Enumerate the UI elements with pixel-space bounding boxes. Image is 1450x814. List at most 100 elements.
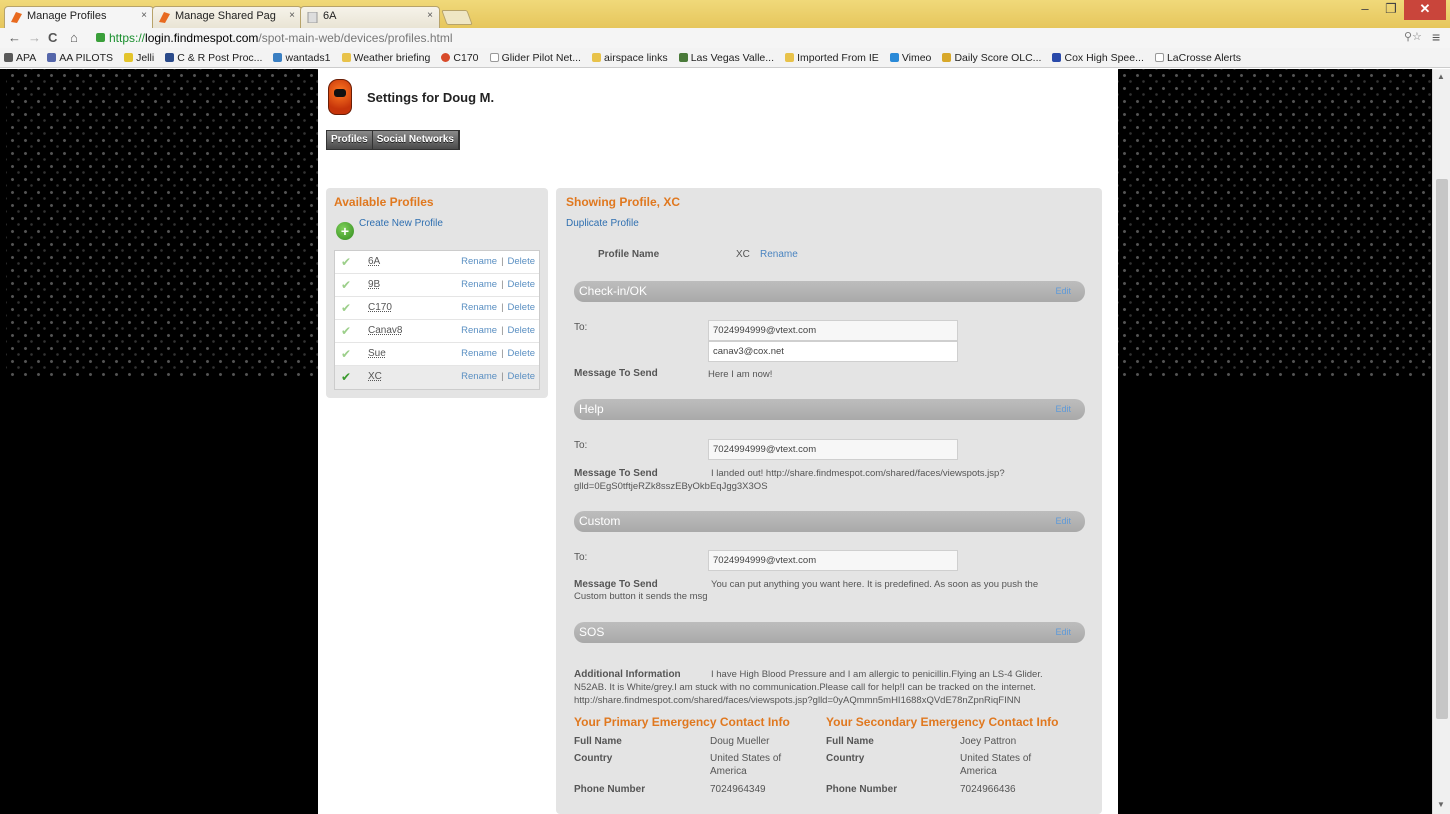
profile-row-9b[interactable]: ✔ 9B Rename | Delete: [335, 274, 539, 297]
available-profiles-title: Available Profiles: [334, 195, 434, 209]
profile-row-xc[interactable]: ✔ XC Rename | Delete: [335, 366, 539, 389]
checkin-recipient-2: canav3@cox.net: [708, 341, 958, 362]
profile-actions: Rename | Delete: [461, 348, 535, 359]
bookmark-item[interactable]: wantads1: [273, 48, 330, 67]
close-window-button[interactable]: ✕: [1404, 0, 1446, 20]
primary-full-name: Doug Mueller: [710, 736, 770, 747]
check-icon: ✔: [341, 301, 352, 315]
add-profile-icon[interactable]: +: [336, 222, 354, 240]
scroll-down-icon[interactable]: ▼: [1437, 800, 1445, 809]
profile-row-6a[interactable]: ✔ 6A Rename | Delete: [335, 251, 539, 274]
rename-link[interactable]: Rename: [461, 302, 497, 313]
tab-profiles[interactable]: Profiles: [327, 131, 373, 149]
delete-link[interactable]: Delete: [508, 279, 535, 290]
tab-6a[interactable]: 6A ×: [300, 6, 440, 28]
bookmark-icon: [273, 53, 283, 62]
bookmark-item[interactable]: Weather briefing: [341, 48, 430, 67]
duplicate-profile-link[interactable]: Duplicate Profile: [566, 218, 639, 229]
help-message-line-2: glld=0EgS0tftjeRZk8sszEByOkbEqJgg3X3OS: [574, 481, 768, 492]
create-new-profile-link[interactable]: Create New Profile: [359, 218, 443, 229]
sos-edit-link[interactable]: Edit: [1055, 627, 1071, 637]
tab-close-icon[interactable]: ×: [427, 10, 433, 21]
help-message-line-1: I landed out! http://share.findmespot.co…: [711, 468, 1005, 479]
address-bar[interactable]: https://login.findmespot.com/spot-main-w…: [96, 30, 1406, 46]
tab-close-icon[interactable]: ×: [141, 10, 147, 21]
primary-full-name-label: Full Name: [574, 736, 622, 747]
scroll-up-icon[interactable]: ▲: [1437, 72, 1445, 81]
profile-name[interactable]: Sue: [368, 348, 386, 359]
folder-icon: [341, 53, 351, 62]
showing-profile-title: Showing Profile, XC: [566, 195, 681, 209]
separator: |: [501, 371, 504, 382]
custom-edit-link[interactable]: Edit: [1055, 516, 1071, 526]
bookmark-item[interactable]: Jelli: [124, 48, 154, 67]
bookmark-item[interactable]: Daily Score OLC...: [942, 48, 1041, 67]
bookmark-item[interactable]: LaCrosse Alerts: [1154, 48, 1241, 67]
rename-profile-link[interactable]: Rename: [760, 249, 798, 260]
delete-link[interactable]: Delete: [508, 302, 535, 313]
bookmark-item[interactable]: airspace links: [592, 48, 668, 67]
rename-link[interactable]: Rename: [461, 371, 497, 382]
rename-link[interactable]: Rename: [461, 325, 497, 336]
spot-favicon-icon: [11, 12, 22, 23]
page-icon: [1154, 53, 1164, 62]
primary-country-label: Country: [574, 753, 613, 764]
separator: |: [501, 302, 504, 313]
zoom-star-icon[interactable]: ⚲☆: [1404, 30, 1422, 43]
delete-link[interactable]: Delete: [508, 348, 535, 359]
scroll-thumb[interactable]: [1436, 179, 1448, 719]
tab-manage-profiles[interactable]: Manage Profiles ×: [4, 6, 154, 28]
secondary-country-line-1: United States of: [960, 753, 1032, 764]
profile-row-c170[interactable]: ✔ C170 Rename | Delete: [335, 297, 539, 320]
secondary-country-line-2: America: [960, 766, 997, 777]
target-icon: [441, 53, 451, 62]
image-icon: [678, 53, 688, 62]
tab-social-networks[interactable]: Social Networks: [373, 131, 459, 149]
profile-name[interactable]: 6A: [368, 256, 380, 267]
menu-icon[interactable]: ≡: [1432, 29, 1440, 45]
bookmark-item[interactable]: Imported From IE: [785, 48, 879, 67]
rename-link[interactable]: Rename: [461, 348, 497, 359]
delete-link[interactable]: Delete: [508, 256, 535, 267]
bookmark-item[interactable]: AA PILOTS: [47, 48, 113, 67]
checkin-edit-link[interactable]: Edit: [1055, 286, 1071, 296]
delete-link[interactable]: Delete: [508, 371, 535, 382]
bookmark-item[interactable]: Cox High Spee...: [1052, 48, 1144, 67]
forward-arrow-icon[interactable]: →: [28, 30, 41, 45]
profile-actions: Rename | Delete: [461, 325, 535, 336]
primary-phone-label: Phone Number: [574, 784, 646, 795]
rename-link[interactable]: Rename: [461, 256, 497, 267]
profile-name[interactable]: C170: [368, 302, 392, 313]
bookmark-item[interactable]: APA: [4, 48, 36, 67]
rename-link[interactable]: Rename: [461, 279, 497, 290]
profile-name[interactable]: Canav8: [368, 325, 402, 336]
delete-link[interactable]: Delete: [508, 325, 535, 336]
bookmark-item[interactable]: Glider Pilot Net...: [489, 48, 581, 67]
browser-titlebar: Manage Profiles × Manage Shared Pag × 6A…: [0, 0, 1450, 28]
help-to-label: To:: [574, 440, 588, 451]
minimize-button[interactable]: –: [1352, 0, 1378, 20]
bookmark-item[interactable]: C170: [441, 48, 479, 67]
reload-icon[interactable]: C: [48, 30, 57, 45]
page-content: Settings for Doug M. Profiles Social Net…: [318, 69, 1118, 814]
profile-name[interactable]: XC: [368, 371, 382, 382]
bookmark-item[interactable]: Vimeo: [889, 48, 931, 67]
secondary-country-label: Country: [826, 753, 865, 764]
home-icon[interactable]: ⌂: [70, 30, 78, 45]
folder-icon: [592, 53, 602, 62]
profile-name[interactable]: 9B: [368, 279, 380, 290]
bookmark-item[interactable]: C & R Post Proc...: [165, 48, 262, 67]
tab-close-icon[interactable]: ×: [289, 10, 295, 21]
custom-section-title: Custom: [579, 514, 621, 528]
maximize-button[interactable]: ❐: [1378, 0, 1404, 20]
back-arrow-icon[interactable]: ←: [8, 30, 21, 45]
profile-row-sue[interactable]: ✔ Sue Rename | Delete: [335, 343, 539, 366]
checkin-to-label: To:: [574, 322, 588, 333]
tab-manage-shared[interactable]: Manage Shared Pag ×: [152, 6, 302, 28]
help-edit-link[interactable]: Edit: [1055, 404, 1071, 414]
new-tab-button[interactable]: [441, 10, 473, 25]
check-icon: ✔: [341, 278, 352, 292]
vertical-scrollbar[interactable]: ▲ ▼: [1432, 69, 1450, 814]
bookmark-item[interactable]: Las Vegas Valle...: [678, 48, 774, 67]
profile-row-canav8[interactable]: ✔ Canav8 Rename | Delete: [335, 320, 539, 343]
